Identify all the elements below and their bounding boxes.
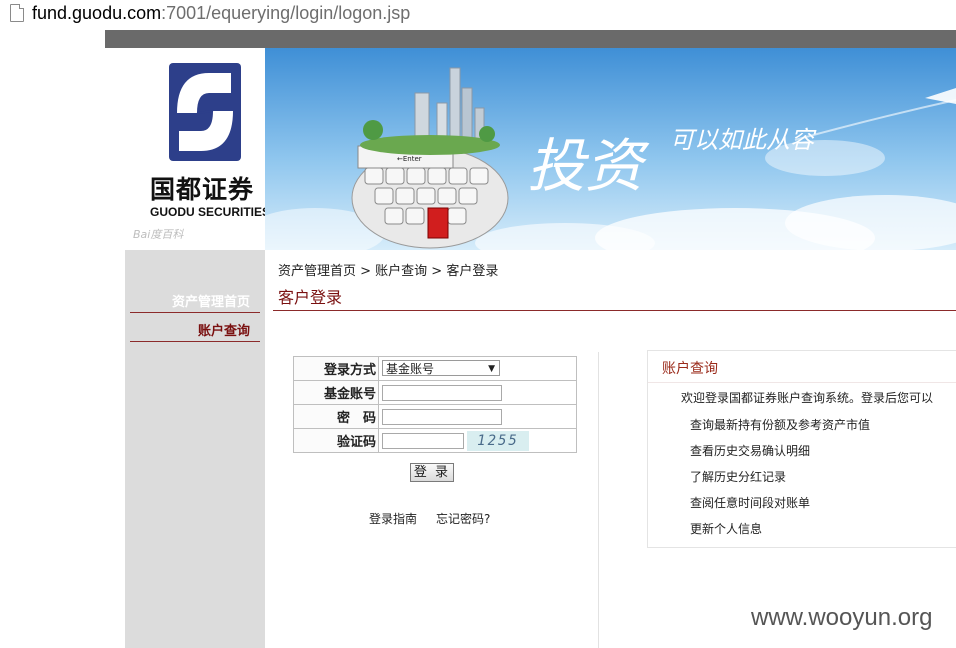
login-button[interactable]: 登 录 [410,463,454,482]
info-intro: 欢迎登录国都证券账户查询系统。登录后您可以 [681,391,934,405]
sidebar-item-account-query[interactable]: 账户查询 [198,320,250,339]
login-type-label: 登录方式 [293,356,379,381]
top-bar [105,30,956,48]
header-banner: ←Enter 投资 可以如此从容 [265,48,956,250]
form-row-login-type: 登录方式 基金账号 ▼ [293,356,577,381]
address-bar[interactable]: fund.guodu.com:7001/equerying/login/logo… [0,0,956,26]
info-panel-title: 账户查询 [662,361,718,377]
url-path: :7001/equerying/login/logon.jsp [161,3,411,23]
sidebar-divider [130,312,260,313]
info-panel-divider [648,382,956,383]
password-label: 密 码 [293,404,379,429]
info-list-item: 查看历史交易确认明细 [690,444,811,458]
sidebar-item-asset-home[interactable]: 资产管理首页 [172,291,250,310]
password-cell [378,404,577,429]
logo-panel: 国都证券 GUODU SECURITIES Bai度百科 [125,48,270,250]
info-list-item: 更新个人信息 [690,522,763,536]
form-row-account: 基金账号 [293,380,577,405]
info-list-item: 查询最新持有份额及参考资产市值 [690,418,871,432]
info-list-item: 查阅任意时间段对账单 [690,496,811,510]
login-type-cell: 基金账号 ▼ [378,356,577,381]
enter-key-label: ←Enter [397,155,422,163]
login-guide-link[interactable]: 登录指南 [369,510,417,527]
dropdown-arrow-icon: ▼ [488,364,495,374]
captcha-image[interactable]: 1255 [467,430,529,451]
sidebar-divider [130,341,260,342]
breadcrumb: 资产管理首页 > 账户查询 > 客户登录 [278,264,499,279]
login-type-select[interactable]: 基金账号 ▼ [382,360,500,376]
form-row-password: 密 码 [293,404,577,429]
account-input[interactable] [382,384,502,401]
title-divider [273,310,956,311]
captcha-cell: 1255 [378,428,577,453]
banner-illustration: ←Enter 投资 可以如此从容 [265,48,956,250]
page-icon [10,4,24,22]
form-row-captcha: 验证码 1255 [293,428,577,453]
wooyun-watermark: www.wooyun.org [751,604,933,631]
captcha-label: 验证码 [293,428,379,453]
forgot-password-link[interactable]: 忘记密码? [436,510,490,527]
account-info-panel: 账户查询 欢迎登录国都证券账户查询系统。登录后您可以 查询最新持有份额及参考资产… [647,350,956,548]
login-form: 登录方式 基金账号 ▼ 基金账号 密 码 验证码 1255 [293,356,577,453]
url-host: fund.guodu.com [32,3,162,23]
guodu-logo-icon [169,63,241,161]
info-list-item: 了解历史分红记录 [690,470,787,484]
banner-slogan-main: 投资 [527,132,650,200]
left-sidebar: 资产管理首页 账户查询 [125,250,265,648]
brand-name-cn: 国都证券 [150,175,255,204]
account-cell [378,380,577,405]
captcha-input[interactable] [382,432,464,449]
page-title: 客户登录 [278,288,343,307]
column-divider [598,352,599,648]
password-input[interactable] [382,408,502,425]
account-label: 基金账号 [293,380,379,405]
brand-name-en: GUODU SECURITIES [150,205,271,219]
banner-slogan-sub: 可以如此从容 [670,126,817,154]
url-text[interactable]: fund.guodu.com:7001/equerying/login/logo… [32,1,410,25]
login-type-value: 基金账号 [386,362,435,376]
baike-watermark: Bai度百科 [133,228,184,241]
